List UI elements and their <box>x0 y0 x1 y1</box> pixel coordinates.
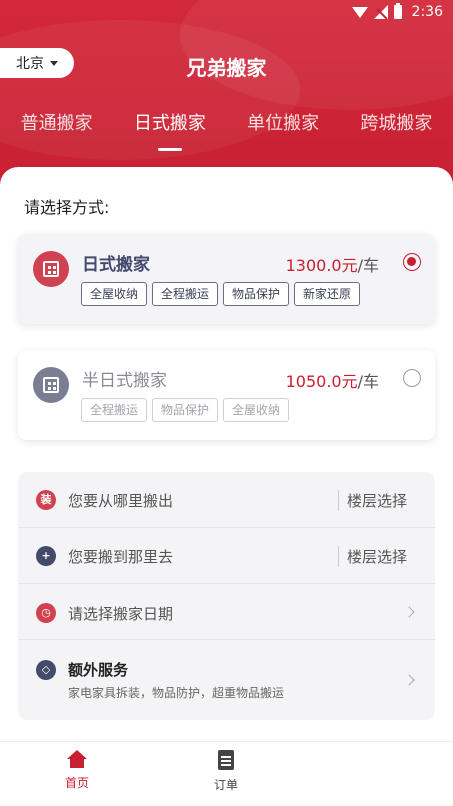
feature-tag: 全程搬运 <box>81 398 148 422</box>
from-address-row[interactable]: 装 您要从哪里搬出 楼层选择 <box>18 472 435 528</box>
option-price: 1050.0元/车 <box>286 368 379 392</box>
building-icon <box>33 367 69 403</box>
to-address-label: 您要搬到那里去 <box>68 548 174 566</box>
option-radio[interactable] <box>403 369 421 387</box>
option-radio[interactable] <box>403 253 421 271</box>
feature-tag: 新家还原 <box>294 282 361 306</box>
choose-method-label: 请选择方式: <box>24 198 110 217</box>
nav-orders[interactable]: 订单 <box>196 750 256 793</box>
status-time: 2:36 <box>411 4 443 20</box>
document-icon <box>218 750 234 770</box>
price-value: 1050.0元 <box>285 372 358 391</box>
option-card-half-japanese[interactable]: 半日式搬家 1050.0元/车 全程搬运 物品保护 全屋收纳 <box>18 350 435 440</box>
chevron-right-icon <box>403 674 415 686</box>
home-icon <box>67 750 87 768</box>
tab-company-moving[interactable]: 单位搬家 <box>227 109 340 145</box>
nav-home-label: 首页 <box>64 776 89 790</box>
feature-tag: 物品保护 <box>152 398 219 422</box>
battery-icon <box>393 3 402 19</box>
page-title: 兄弟搬家 <box>186 56 267 80</box>
from-address-label: 您要从哪里搬出 <box>68 492 174 510</box>
diamond-icon: ◇ <box>36 660 56 680</box>
date-label: 请选择搬家日期 <box>68 605 174 623</box>
signal-icon <box>373 5 388 19</box>
bottom-nav: 首页 订单 <box>0 741 453 806</box>
price-unit: /车 <box>357 372 379 391</box>
extra-services-desc: 家电家具拆装，物品防护，超重物品搬运 <box>68 686 285 700</box>
building-icon <box>33 251 69 287</box>
from-floor-select[interactable]: 楼层选择 <box>337 490 407 511</box>
tab-japanese-moving[interactable]: 日式搬家 <box>113 109 226 151</box>
status-bar: 2:36 <box>0 0 453 26</box>
price-value: 1300.0元 <box>285 256 358 275</box>
to-address-row[interactable]: + 您要搬到那里去 楼层选择 <box>18 528 435 584</box>
feature-tag: 全屋收纳 <box>81 282 148 306</box>
load-icon: 装 <box>36 490 56 510</box>
plus-icon: + <box>36 546 56 566</box>
nav-home[interactable]: 首页 <box>47 750 107 791</box>
feature-tag: 全程搬运 <box>152 282 219 306</box>
service-tabs: 普通搬家 日式搬家 单位搬家 跨城搬家 <box>0 109 453 151</box>
extra-services-row[interactable]: ◇ 额外服务 家电家具拆装，物品防护，超重物品搬运 <box>18 640 435 720</box>
chevron-right-icon <box>403 606 415 618</box>
wifi-icon <box>351 6 368 18</box>
tab-regular-moving[interactable]: 普通搬家 <box>0 109 113 145</box>
tab-intercity-moving[interactable]: 跨城搬家 <box>340 109 453 145</box>
option-price: 1300.0元/车 <box>286 252 379 276</box>
option-name: 日式搬家 <box>82 255 150 275</box>
clock-icon: ◷ <box>36 603 56 623</box>
option-card-japanese[interactable]: 日式搬家 1300.0元/车 全屋收纳 全程搬运 物品保护 新家还原 <box>18 234 435 324</box>
option-tags: 全程搬运 物品保护 全屋收纳 <box>81 398 290 422</box>
option-tags: 全屋收纳 全程搬运 物品保护 新家还原 <box>81 282 361 306</box>
date-row[interactable]: ◷ 请选择搬家日期 <box>18 584 435 640</box>
feature-tag: 物品保护 <box>223 282 290 306</box>
price-unit: /车 <box>357 256 379 275</box>
to-floor-select[interactable]: 楼层选择 <box>337 546 407 567</box>
feature-tag: 全屋收纳 <box>223 398 290 422</box>
extra-services-label: 额外服务 <box>68 661 129 679</box>
option-name: 半日式搬家 <box>82 371 167 391</box>
moving-details-form: 装 您要从哪里搬出 楼层选择 + 您要搬到那里去 楼层选择 ◷ 请选择搬家日期 … <box>18 472 435 720</box>
nav-orders-label: 订单 <box>213 778 238 792</box>
